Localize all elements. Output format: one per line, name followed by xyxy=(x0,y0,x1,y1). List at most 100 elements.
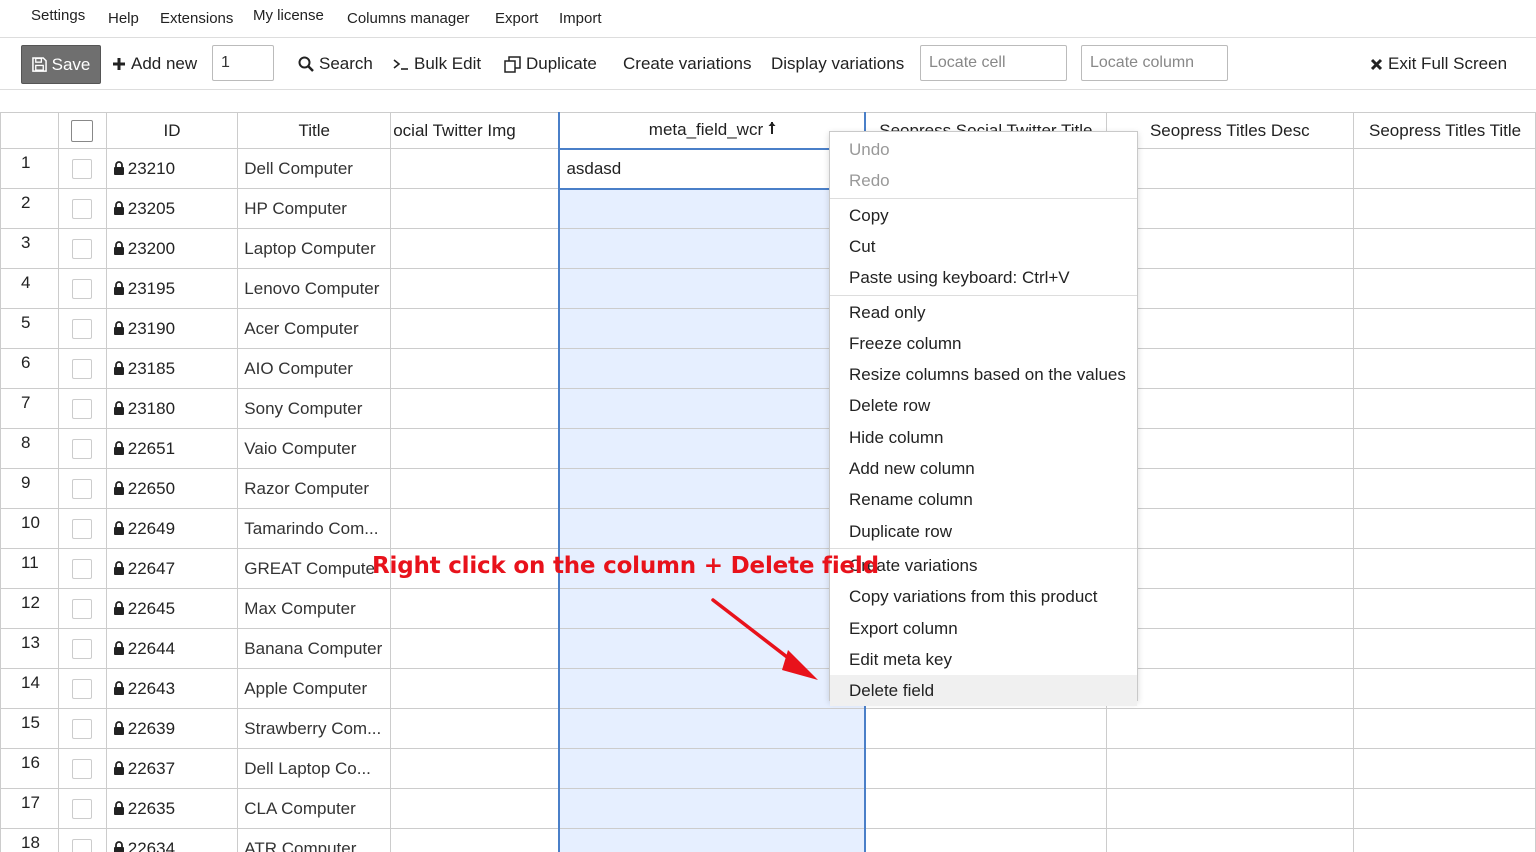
title-cell[interactable]: ATR Computer xyxy=(237,828,392,852)
row-number[interactable]: 14 xyxy=(0,668,59,709)
context-menu-item-delete-row[interactable]: Delete row xyxy=(830,390,1137,421)
id-cell[interactable]: 22650 xyxy=(105,468,239,509)
id-cell[interactable]: 22643 xyxy=(105,668,239,709)
title-cell[interactable]: Acer Computer xyxy=(237,308,392,349)
seo-titles-desc-cell[interactable] xyxy=(1105,348,1355,389)
row-checkbox-cell[interactable] xyxy=(57,708,107,749)
meta-field-cell[interactable] xyxy=(558,308,867,349)
meta-field-cell[interactable] xyxy=(558,348,867,389)
row-checkbox[interactable] xyxy=(72,238,93,259)
add-new-button[interactable]: Add new xyxy=(112,54,197,74)
title-cell[interactable]: Dell Laptop Co... xyxy=(237,748,392,789)
menu-export[interactable]: Export xyxy=(495,10,538,27)
row-checkbox-cell[interactable] xyxy=(57,828,107,852)
bulk-edit-button[interactable]: Bulk Edit xyxy=(393,54,481,74)
seo-titles-desc-cell[interactable] xyxy=(1105,508,1355,549)
save-button[interactable]: Save xyxy=(21,45,101,84)
seo-titles-title-cell[interactable] xyxy=(1353,588,1536,629)
seo-titles-desc-cell[interactable] xyxy=(1105,148,1355,189)
twitter-img-cell[interactable] xyxy=(390,628,560,669)
row-number[interactable]: 9 xyxy=(0,468,59,509)
seo-titles-title-cell[interactable] xyxy=(1353,468,1536,509)
table-row[interactable]: 10 22649 Tamarindo Com... xyxy=(0,508,1536,549)
row-checkbox-cell[interactable] xyxy=(57,628,107,669)
create-variations-button[interactable]: Create variations xyxy=(623,54,752,74)
search-button[interactable]: Search xyxy=(298,54,373,74)
seo-titles-desc-cell[interactable] xyxy=(1105,228,1355,269)
row-checkbox[interactable] xyxy=(72,638,93,659)
context-menu-item-add-new-column[interactable]: Add new column xyxy=(830,453,1137,484)
id-cell[interactable]: 22644 xyxy=(105,628,239,669)
seo-titles-title-cell[interactable] xyxy=(1353,508,1536,549)
seo-titles-desc-cell[interactable] xyxy=(1105,268,1355,309)
row-number[interactable]: 8 xyxy=(0,428,59,469)
context-menu-item-freeze-column[interactable]: Freeze column xyxy=(830,328,1137,359)
id-cell[interactable]: 23190 xyxy=(105,308,239,349)
context-menu-item-redo[interactable]: Redo xyxy=(830,165,1137,196)
row-checkbox[interactable] xyxy=(72,398,93,419)
context-menu-item-paste-using-keyboard-ctrl-v[interactable]: Paste using keyboard: Ctrl+V xyxy=(830,262,1137,293)
title-cell[interactable]: Strawberry Com... xyxy=(237,708,392,749)
row-number[interactable]: 18 xyxy=(0,828,59,852)
context-menu-item-delete-field[interactable]: Delete field xyxy=(830,675,1137,707)
meta-field-cell[interactable] xyxy=(558,788,867,829)
seo-twitter-title-cell[interactable] xyxy=(864,788,1107,829)
id-cell[interactable]: 22647 xyxy=(105,548,239,589)
seo-titles-title-cell[interactable] xyxy=(1353,228,1536,269)
row-number[interactable]: 4 xyxy=(0,268,59,309)
row-checkbox[interactable] xyxy=(72,518,93,539)
twitter-img-cell[interactable] xyxy=(390,588,560,629)
title-cell[interactable]: Sony Computer xyxy=(237,388,392,429)
row-checkbox[interactable] xyxy=(72,478,93,499)
seo-titles-desc-cell[interactable] xyxy=(1105,588,1355,629)
row-checkbox-cell[interactable] xyxy=(57,188,107,229)
row-checkbox[interactable] xyxy=(72,358,93,379)
seo-titles-desc-cell[interactable] xyxy=(1105,188,1355,229)
seo-titles-desc-cell[interactable] xyxy=(1105,668,1355,709)
row-checkbox-cell[interactable] xyxy=(57,348,107,389)
seo-titles-title-cell[interactable] xyxy=(1353,708,1536,749)
row-number[interactable]: 6 xyxy=(0,348,59,389)
seo-titles-title-cell[interactable] xyxy=(1353,668,1536,709)
row-checkbox[interactable] xyxy=(72,838,93,852)
title-cell[interactable]: Banana Computer xyxy=(237,628,392,669)
meta-field-cell[interactable] xyxy=(558,708,867,749)
twitter-img-cell[interactable] xyxy=(390,828,560,852)
row-checkbox-cell[interactable] xyxy=(57,428,107,469)
id-cell[interactable]: 22634 xyxy=(105,828,239,852)
row-checkbox-cell[interactable] xyxy=(57,668,107,709)
column-header-twitter-img[interactable]: ocial Twitter Img xyxy=(390,112,560,149)
seo-titles-desc-cell[interactable] xyxy=(1105,308,1355,349)
seo-titles-title-cell[interactable] xyxy=(1353,788,1536,829)
id-cell[interactable]: 22651 xyxy=(105,428,239,469)
seo-titles-title-cell[interactable] xyxy=(1353,548,1536,589)
row-number[interactable]: 15 xyxy=(0,708,59,749)
seo-titles-title-cell[interactable] xyxy=(1353,748,1536,789)
id-cell[interactable]: 22635 xyxy=(105,788,239,829)
row-checkbox-cell[interactable] xyxy=(57,308,107,349)
meta-field-cell[interactable] xyxy=(558,388,867,429)
row-number[interactable]: 17 xyxy=(0,788,59,829)
row-checkbox[interactable] xyxy=(72,438,93,459)
id-cell[interactable]: 23200 xyxy=(105,228,239,269)
menu-help[interactable]: Help xyxy=(108,10,139,27)
table-row[interactable]: 16 22637 Dell Laptop Co... xyxy=(0,748,1536,789)
seo-titles-title-cell[interactable] xyxy=(1353,308,1536,349)
context-menu-item-undo[interactable]: Undo xyxy=(830,134,1137,165)
id-cell[interactable]: 23185 xyxy=(105,348,239,389)
title-cell[interactable]: GREAT Compute xyxy=(237,548,392,589)
row-checkbox-cell[interactable] xyxy=(57,148,107,189)
column-header-meta-field[interactable]: meta_field_wcr xyxy=(558,112,867,149)
seo-titles-title-cell[interactable] xyxy=(1353,428,1536,469)
row-checkbox-cell[interactable] xyxy=(57,588,107,629)
seo-titles-desc-cell[interactable] xyxy=(1105,388,1355,429)
twitter-img-cell[interactable] xyxy=(390,748,560,789)
context-menu-item-hide-column[interactable]: Hide column xyxy=(830,422,1137,453)
menu-import[interactable]: Import xyxy=(559,10,602,27)
seo-titles-desc-cell[interactable] xyxy=(1105,828,1355,852)
seo-titles-desc-cell[interactable] xyxy=(1105,788,1355,829)
seo-titles-desc-cell[interactable] xyxy=(1105,428,1355,469)
id-cell[interactable]: 23180 xyxy=(105,388,239,429)
column-header-seo-titles-title[interactable]: Seopress Titles Title xyxy=(1353,112,1536,149)
title-cell[interactable]: Apple Computer xyxy=(237,668,392,709)
